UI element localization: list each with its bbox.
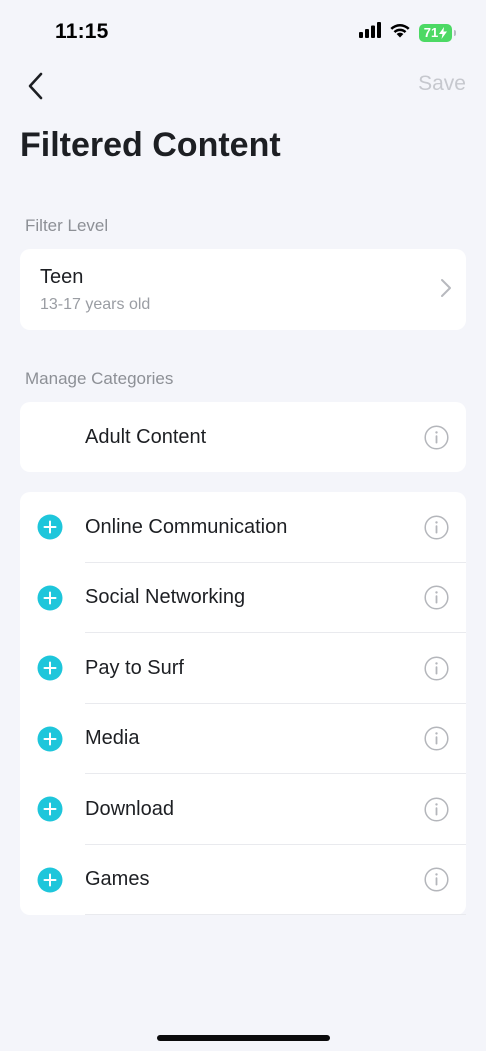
page-title: Filtered Content	[20, 126, 281, 164]
category-label: Pay to Surf	[85, 656, 184, 679]
category-row-games: Games	[20, 845, 466, 915]
category-row-adult-content: Adult Content	[20, 402, 466, 472]
category-label: Online Communication	[85, 515, 288, 538]
cellular-signal-icon	[359, 22, 381, 43]
info-icon[interactable]	[424, 797, 449, 822]
info-icon[interactable]	[424, 585, 449, 610]
status-icons: 71	[359, 22, 456, 43]
filter-level-row[interactable]: Teen 13-17 years old	[20, 249, 466, 330]
battery-level: 71	[423, 25, 439, 40]
add-circle-icon[interactable]	[37, 726, 63, 752]
chevron-right-icon	[440, 278, 452, 303]
wifi-icon	[389, 22, 411, 43]
available-categories-card: Online Communication Social Networking P…	[20, 492, 466, 915]
category-label: Download	[85, 797, 174, 820]
category-label: Adult Content	[85, 425, 207, 448]
add-circle-icon[interactable]	[37, 867, 63, 893]
info-icon[interactable]	[424, 726, 449, 751]
info-icon[interactable]	[424, 867, 449, 892]
category-row-download: Download	[20, 774, 466, 845]
info-icon[interactable]	[424, 424, 449, 450]
add-circle-icon[interactable]	[37, 655, 63, 681]
home-indicator	[157, 1035, 330, 1041]
battery-charging-icon: 71	[419, 23, 456, 42]
info-icon[interactable]	[424, 515, 449, 540]
category-label: Games	[85, 868, 150, 891]
add-circle-icon[interactable]	[37, 585, 63, 611]
chevron-left-icon	[28, 72, 43, 100]
category-row-media: Media	[20, 704, 466, 774]
add-circle-icon[interactable]	[37, 514, 63, 540]
filter-level-section-label: Filter Level	[25, 216, 109, 235]
back-button[interactable]	[20, 68, 52, 104]
category-row-pay-to-surf: Pay to Surf	[20, 633, 466, 704]
filter-level-description: 13-17 years old	[40, 296, 151, 313]
manage-categories-section-label: Manage Categories	[25, 369, 174, 388]
category-label: Media	[85, 727, 140, 750]
category-row-online-communication: Online Communication	[20, 492, 466, 563]
status-time: 11:15	[55, 20, 109, 43]
info-icon[interactable]	[424, 656, 449, 681]
blocked-categories-card: Adult Content	[20, 402, 466, 472]
category-row-social-networking: Social Networking	[20, 563, 466, 633]
row-divider	[85, 914, 466, 915]
filter-level-value: Teen	[40, 266, 84, 288]
add-circle-icon[interactable]	[37, 796, 63, 822]
status-bar: 11:15 71	[0, 0, 486, 64]
category-label: Social Networking	[85, 586, 246, 609]
save-button[interactable]: Save	[418, 72, 466, 96]
